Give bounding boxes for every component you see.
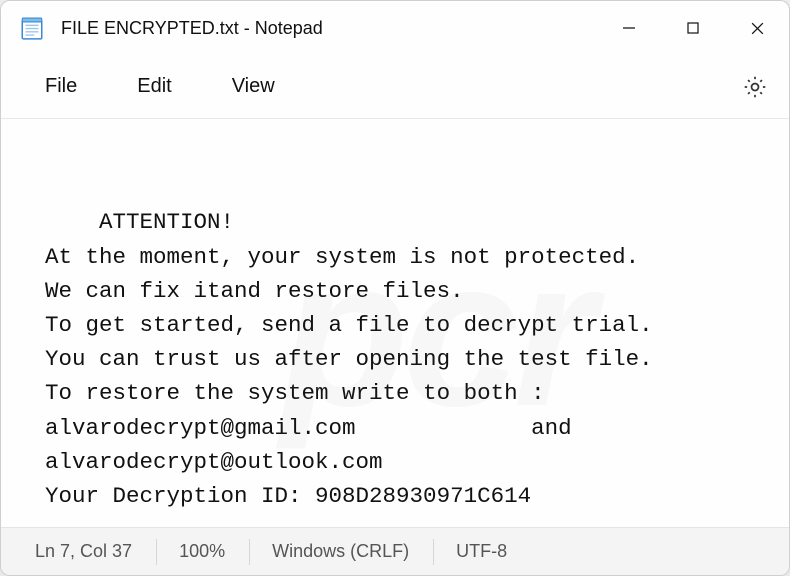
notepad-window: FILE ENCRYPTED.txt - Notepad File Edit V… [0,0,790,576]
menu-view[interactable]: View [202,65,305,108]
document-body: ATTENTION! At the moment, your system is… [45,209,653,509]
notepad-icon [19,15,45,41]
statusbar: Ln 7, Col 37 100% Windows (CRLF) UTF-8 [1,527,789,575]
window-controls [597,1,789,55]
menubar: File Edit View [1,55,789,119]
status-eol: Windows (CRLF) [272,528,433,575]
titlebar[interactable]: FILE ENCRYPTED.txt - Notepad [1,1,789,55]
minimize-button[interactable] [597,1,661,55]
settings-button[interactable] [733,65,777,109]
menu-edit[interactable]: Edit [107,65,201,108]
status-encoding: UTF-8 [456,528,531,575]
menu-file[interactable]: File [15,65,107,108]
text-area[interactable]: pcr ATTENTION! At the moment, your syste… [1,119,789,527]
window-title: FILE ENCRYPTED.txt - Notepad [61,18,323,39]
status-zoom: 100% [179,528,249,575]
gear-icon [742,74,768,100]
status-position: Ln 7, Col 37 [35,528,156,575]
close-button[interactable] [725,1,789,55]
maximize-button[interactable] [661,1,725,55]
